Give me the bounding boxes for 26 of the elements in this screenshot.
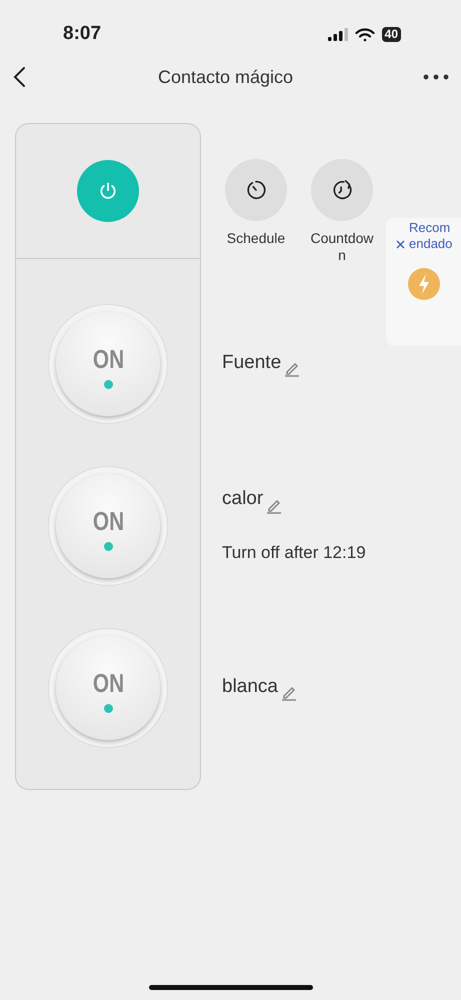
- edit-icon[interactable]: [266, 498, 282, 514]
- power-icon: [98, 181, 118, 201]
- clock-icon: [245, 179, 267, 201]
- timer-text: Turn off after 12:19: [222, 542, 367, 564]
- close-icon[interactable]: [396, 240, 405, 249]
- switch-name: Fuente: [222, 350, 282, 375]
- battery-icon: 40: [382, 27, 401, 42]
- lightning-icon: [406, 266, 442, 302]
- page-title: Contacto mágico: [158, 66, 294, 89]
- switch-button[interactable]: ON: [56, 474, 160, 578]
- switch-name: calor: [222, 487, 264, 511]
- more-icon[interactable]: [422, 74, 449, 80]
- switch-button[interactable]: ON: [56, 312, 160, 416]
- signal-icon: [328, 28, 348, 41]
- edit-icon[interactable]: [284, 361, 300, 378]
- action-label: Schedule: [226, 230, 286, 247]
- edit-icon[interactable]: [281, 685, 297, 702]
- switch-button[interactable]: ON: [56, 636, 160, 740]
- wifi-icon: [354, 28, 375, 42]
- countdown-icon: [331, 179, 353, 201]
- recommendation-card[interactable]: Recomendado: [386, 218, 461, 346]
- status-time: 8:07: [63, 22, 102, 46]
- back-icon[interactable]: [12, 66, 28, 88]
- action-label: Countdown: [309, 230, 375, 264]
- recommendation-title: Recomendado: [409, 220, 453, 252]
- switch-name: blanca: [222, 674, 278, 699]
